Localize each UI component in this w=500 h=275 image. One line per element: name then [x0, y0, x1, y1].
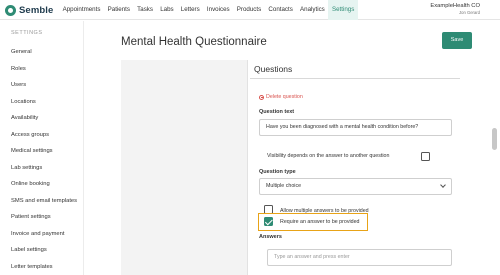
sidebar-item-access-groups[interactable]: Access groups — [11, 132, 49, 138]
save-button[interactable]: Save — [442, 32, 472, 49]
chevron-down-icon — [440, 182, 446, 188]
sidebar-item-sms-email-templates[interactable]: SMS and email templates — [11, 198, 77, 204]
sidebar-item-label-settings[interactable]: Label settings — [11, 247, 47, 253]
org-name: ExampleHealth CO — [430, 3, 480, 9]
nav-contacts[interactable]: Contacts — [265, 0, 297, 20]
nav-products[interactable]: Products — [233, 0, 265, 20]
require-answer-checkbox[interactable] — [264, 217, 273, 226]
nav-appointments[interactable]: Appointments — [59, 0, 104, 20]
sidebar-item-users[interactable]: Users — [11, 82, 26, 88]
settings-sidebar: SETTINGS General Roles Users Locations A… — [0, 21, 84, 275]
require-answer-label: Require an answer to be provided — [280, 219, 360, 225]
sidebar-item-patient-settings[interactable]: Patient settings — [11, 214, 51, 220]
delete-question-link[interactable]: Delete question — [259, 94, 303, 100]
minus-circle-icon — [259, 94, 264, 100]
sidebar-item-roles[interactable]: Roles — [11, 66, 26, 72]
nav-labs[interactable]: Labs — [157, 0, 178, 20]
semble-logo[interactable]: Semble — [5, 3, 53, 17]
questions-divider — [250, 78, 460, 79]
questions-title: Questions — [254, 64, 293, 74]
answers-label: Answers — [259, 234, 282, 240]
question-text-input[interactable]: Have you been diagnosed with a mental he… — [259, 119, 452, 136]
sidebar-item-online-booking[interactable]: Online booking — [11, 181, 50, 187]
answers-input[interactable]: Type an answer and press enter — [267, 249, 452, 266]
nav-analytics[interactable]: Analytics — [296, 0, 328, 20]
delete-question-label: Delete question — [266, 94, 303, 100]
sidebar-item-lab-settings[interactable]: Lab settings — [11, 165, 42, 171]
questions-card — [247, 60, 462, 275]
question-text-label: Question text — [259, 109, 295, 115]
question-type-value: Multiple choice — [266, 183, 302, 189]
user-name: Jon Gerard — [459, 10, 480, 15]
sidebar-item-general[interactable]: General — [11, 49, 32, 55]
sidebar-heading: SETTINGS — [11, 30, 43, 36]
question-type-select[interactable]: Multiple choice — [259, 178, 452, 195]
nav-settings[interactable]: Settings — [328, 0, 358, 20]
sidebar-item-letter-templates[interactable]: Letter templates — [11, 264, 53, 270]
nav-tasks[interactable]: Tasks — [134, 0, 157, 20]
question-type-label: Question type — [259, 169, 296, 175]
nav-invoices[interactable]: Invoices — [203, 0, 233, 20]
page-scrollbar[interactable] — [492, 128, 497, 150]
semble-logo-icon — [5, 4, 16, 16]
brand-name: Semble — [19, 4, 54, 16]
sidebar-item-medical-settings[interactable]: Medical settings — [11, 148, 53, 154]
sidebar-item-availability[interactable]: Availability — [11, 115, 38, 121]
nav-patients[interactable]: Patients — [104, 0, 134, 20]
nav-letters[interactable]: Letters — [177, 0, 203, 20]
sidebar-item-invoice-payment[interactable]: Invoice and payment — [11, 231, 65, 237]
visibility-label: Visibility depends on the answer to anot… — [267, 153, 390, 159]
sidebar-item-locations[interactable]: Locations — [11, 99, 36, 105]
page-title: Mental Health Questionnaire — [121, 36, 267, 48]
top-nav: Semble Appointments Patients Tasks Labs … — [0, 0, 500, 20]
visibility-checkbox[interactable] — [421, 152, 430, 161]
account-menu[interactable]: ExampleHealth CO Jon Gerard — [430, 3, 480, 15]
main-nav: Appointments Patients Tasks Labs Letters… — [59, 0, 358, 20]
